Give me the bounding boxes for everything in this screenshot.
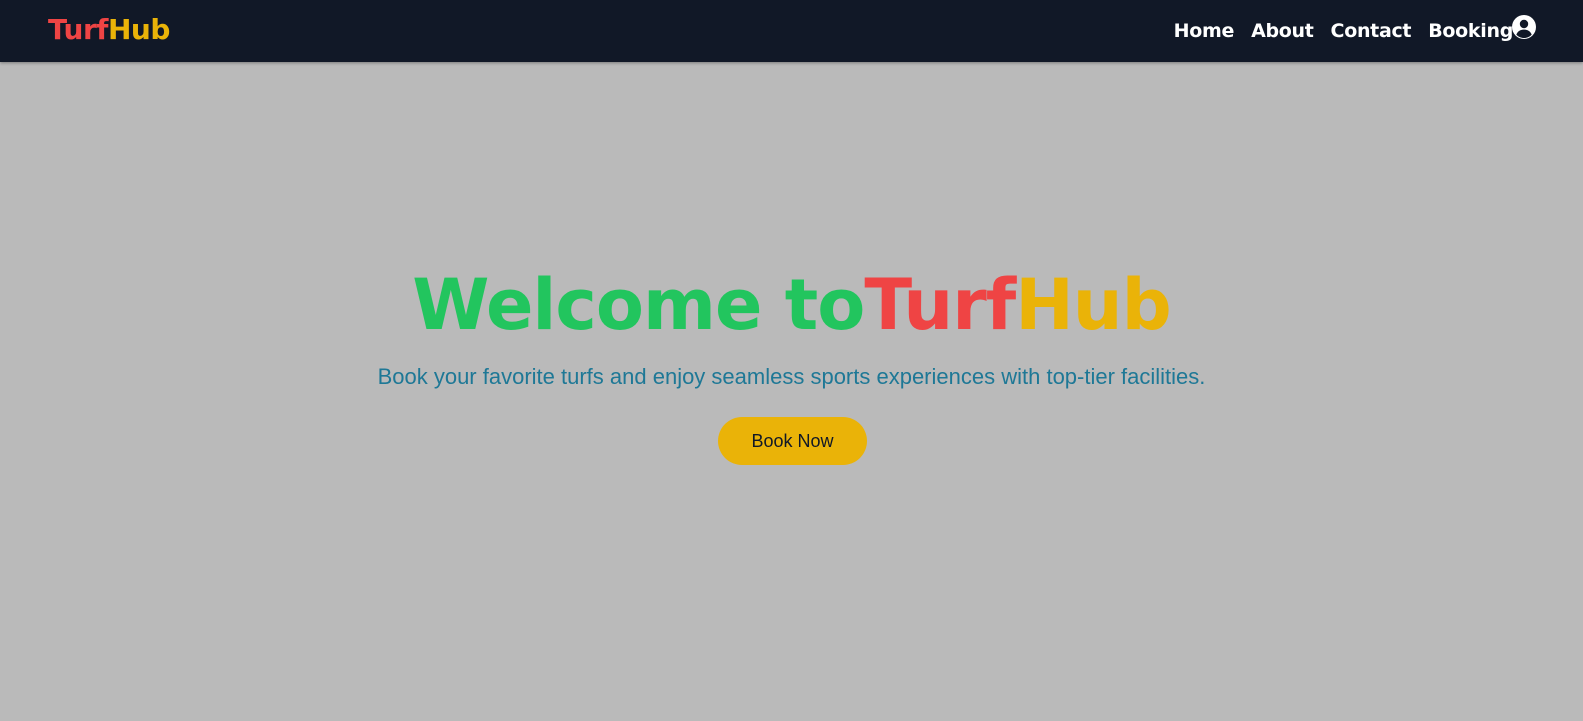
nav-booking-link[interactable]: Booking bbox=[1428, 20, 1513, 42]
logo-turf-text: Turf bbox=[48, 13, 108, 46]
hero-title-welcome: Welcome to bbox=[412, 264, 865, 346]
logo-hub-text: Hub bbox=[107, 13, 170, 46]
logo[interactable]: TurfHub bbox=[48, 13, 170, 47]
nav-contact-link[interactable]: Contact bbox=[1331, 20, 1412, 42]
hero-title-turf: Turf bbox=[864, 264, 1016, 346]
hero-subtitle: Book your favorite turfs and enjoy seaml… bbox=[377, 364, 1206, 389]
hero-title-hub: Hub bbox=[1015, 264, 1172, 346]
nav-home-link[interactable]: Home bbox=[1174, 20, 1235, 42]
navbar: TurfHub Home About Contact Booking bbox=[0, 0, 1583, 62]
nav-about-link[interactable]: About bbox=[1251, 20, 1314, 42]
hero-section: Welcome toTurfHub Book your favorite tur… bbox=[0, 62, 1583, 721]
book-now-button[interactable]: Book Now bbox=[718, 417, 867, 465]
hero-title: Welcome toTurfHub bbox=[0, 262, 1583, 348]
nav-links: Home About Contact Booking bbox=[1174, 0, 1514, 62]
user-circle-icon[interactable] bbox=[1512, 15, 1536, 39]
